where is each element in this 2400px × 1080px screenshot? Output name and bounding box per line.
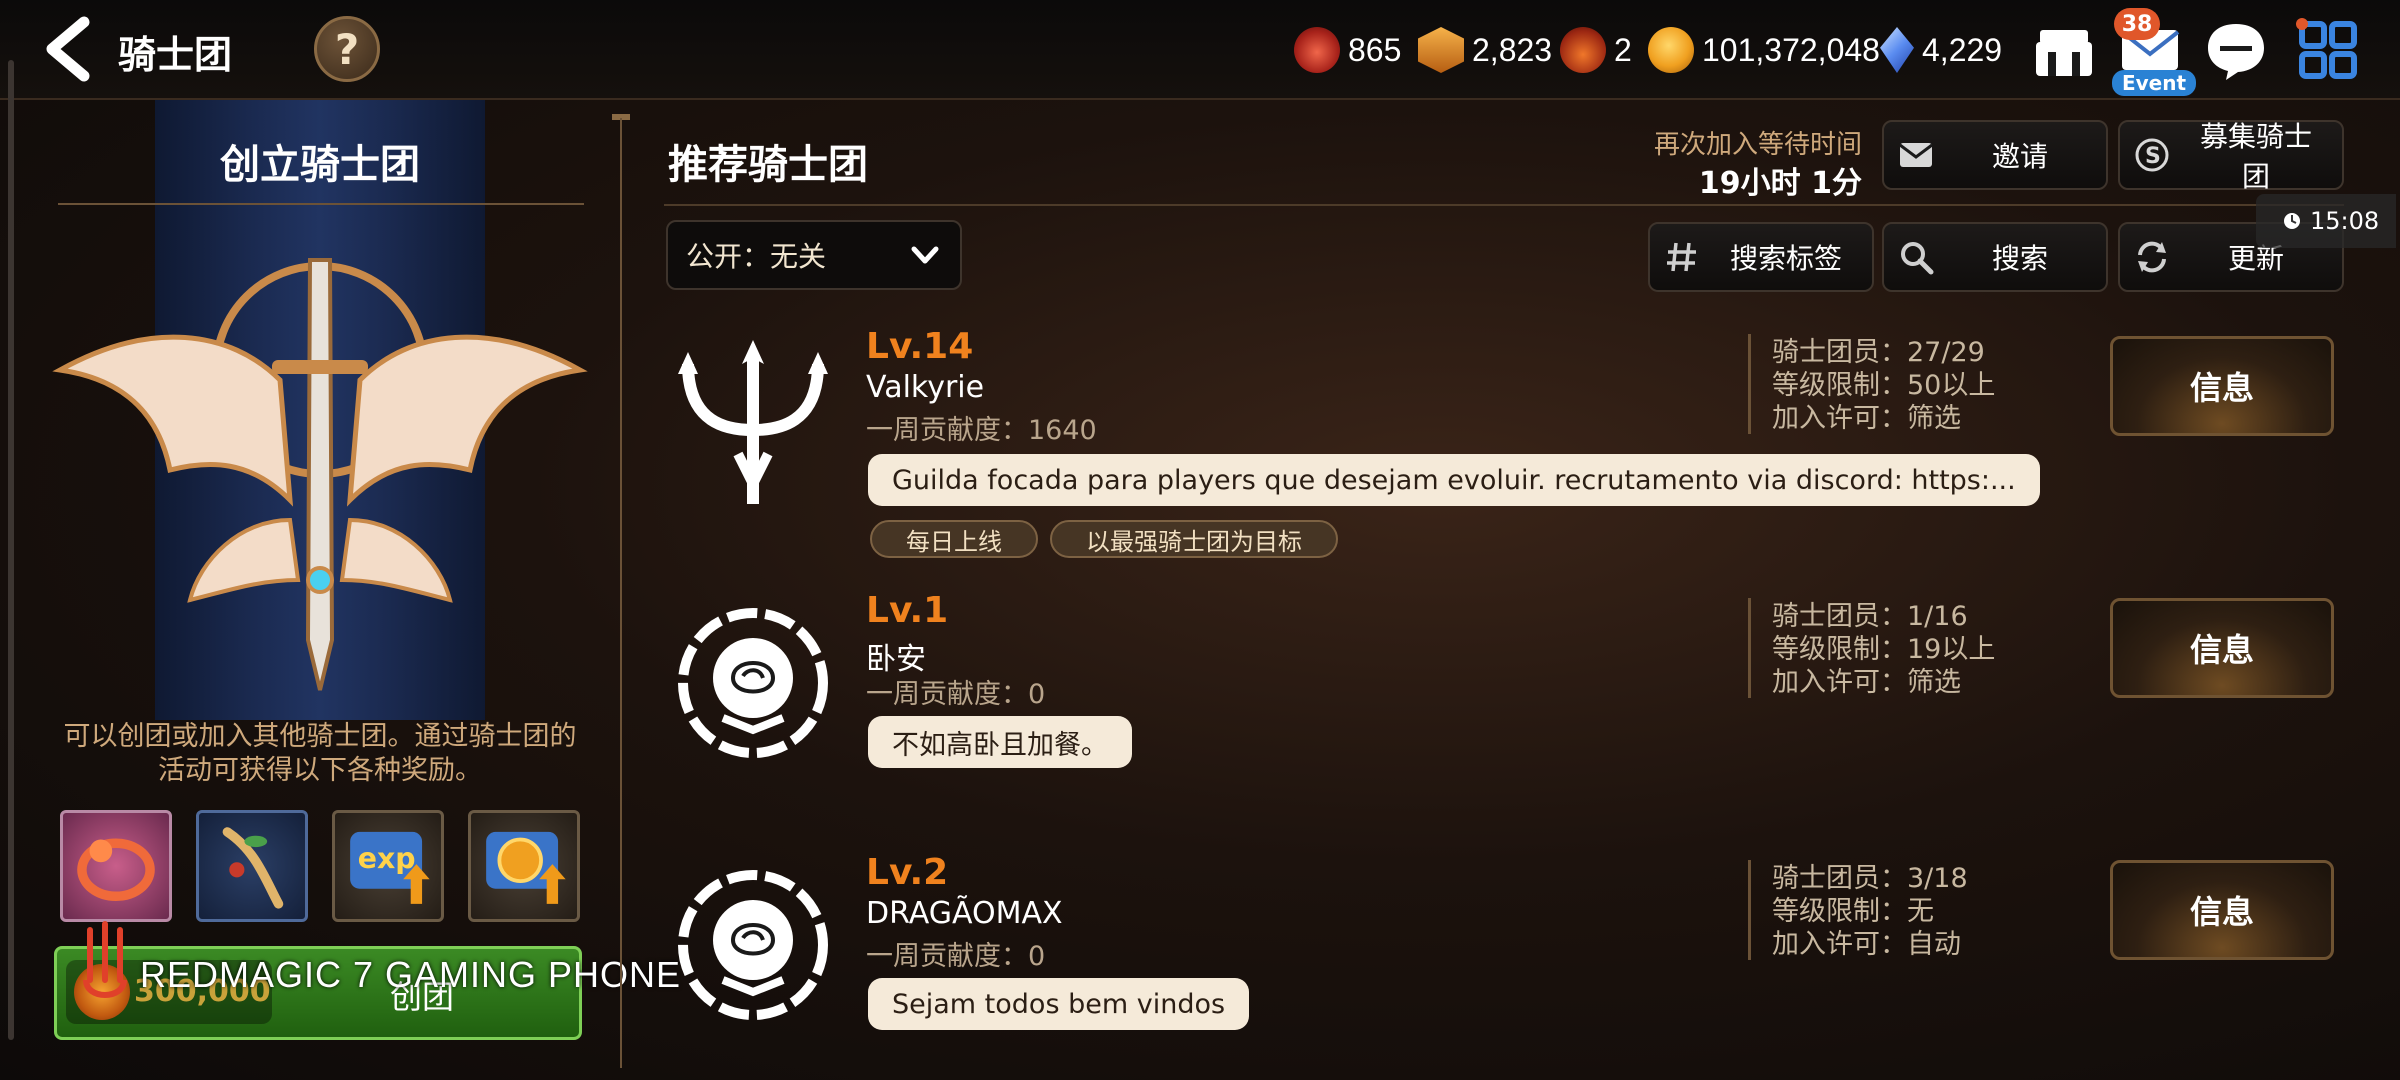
rose-emblem-icon [678,870,828,1020]
back-arrow-icon [46,16,90,82]
guild-level-limit: 等级限制：50以上 [1772,370,1996,401]
phone-watermark: REDMAGIC 7 GAMING PHONE [140,954,682,995]
resource-crystal[interactable]: 4,229 [1880,22,2002,78]
create-guild-description: 可以创团或加入其他骑士团。通过骑士团的活动可获得以下各种奖励。 [63,721,577,786]
redmagic-logo-icon [83,921,127,998]
guild-members: 骑士团员：3/18 [1772,863,1968,894]
guild-join-permission: 加入许可：筛选 [1772,403,1961,434]
guild-tag: 以最强骑士团为目标 [1050,520,1338,558]
create-guild-title: 创立骑士团 [220,142,420,188]
guild-members: 骑士团员：27/29 [1772,337,1985,368]
reward-gold-boost-icon[interactable] [468,810,580,922]
search-icon [1901,242,1934,275]
resource-ring-value: 865 [1348,31,1402,68]
sword-wings-emblem-icon [52,258,588,691]
search-label: 搜索 [1991,242,2048,275]
mail-badge: 38 [2114,8,2160,40]
guild-members: 骑士团员：1/16 [1772,601,1968,632]
guild-contribution: 一周贡献度：0 [866,941,1046,972]
ring-icon [1294,27,1340,73]
search-tag-label: 搜索标签 [1729,242,1842,275]
guild-info-button[interactable]: 信息 [2110,336,2334,436]
guild-description: Sejam todos bem vindos [868,978,1250,1030]
reward-herb-icon[interactable] [196,810,308,922]
guild-name: DRAGÃOMAX [866,896,1063,931]
rejoin-wait-value: 19小时 1分 [1698,166,1862,201]
guild-name: Valkyrie [866,370,985,405]
crystal-icon [1880,27,1914,73]
resource-ring[interactable]: 865 [1294,22,1401,78]
help-button[interactable]: ? [314,16,380,82]
panel-separator [620,118,622,1068]
clock-time: 15:08 [2310,207,2380,235]
resource-chest[interactable]: 2,823 [1418,22,1552,78]
clock-icon [2284,213,2300,229]
guild-contribution: 一周贡献度：0 [866,679,1046,710]
recruit-s-icon: S [2135,138,2169,172]
gold-icon [1648,27,1694,73]
svg-text:S: S [2145,144,2161,169]
reward-ring-icon[interactable] [60,810,172,922]
refresh-icon [2138,241,2166,273]
guild-join-permission: 加入许可：自动 [1772,929,1961,960]
guild-level: Lv.14 [866,326,974,367]
reward-exp-icon[interactable]: exp [332,810,444,922]
stats-rule [1748,860,1751,960]
invite-label: 邀请 [1991,140,2048,173]
recruit-label: 募集骑士团 [2199,120,2312,193]
guild-info-button[interactable]: 信息 [2110,598,2334,698]
guild-level: Lv.1 [866,590,949,631]
fire-crystal-icon [1560,27,1606,73]
clock-overlay: 15:08 [2256,194,2396,248]
guild-description: Guilda focada para players que desejam e… [868,454,2040,506]
resource-fire-crystal-value: 2 [1614,31,1632,68]
guild-stats: 骑士团员：1/16 等级限制：19以上 加入许可：筛选 [1772,600,1995,699]
invite-button[interactable]: 邀请 [1882,120,2108,190]
visibility-filter-label: 公开：无关 [686,240,827,273]
search-button[interactable]: 搜索 [1882,222,2108,292]
guild-join-permission: 加入许可：筛选 [1772,667,1961,698]
guild-info-button[interactable]: 信息 [2110,860,2334,960]
envelope-icon [1899,143,1933,167]
resource-fire-crystal[interactable]: 2 [1560,22,1632,78]
guild-level: Lv.2 [866,852,949,893]
trident-emblem-icon [678,340,828,504]
rose-emblem-icon [678,608,828,758]
resource-chest-value: 2,823 [1472,31,1553,68]
back-button[interactable] [40,16,110,84]
chevron-down-icon [911,246,939,264]
rejoin-wait-label: 再次加入等待时间 [1653,130,1862,160]
guild-stats: 骑士团员：3/18 等级限制：无 加入许可：自动 [1772,862,1968,961]
chest-icon [1418,27,1464,73]
guild-contribution: 一周贡献度：1640 [866,415,1097,446]
guild-level-limit: 等级限制：19以上 [1772,634,1996,665]
recruit-button[interactable]: S 募集骑士团 [2118,120,2344,193]
event-label: Event [2112,70,2196,96]
search-tag-button[interactable]: 搜索标签 [1648,222,1874,292]
chat-icon[interactable] [2202,16,2270,84]
hashtag-icon [1667,242,1696,272]
stats-rule [1748,334,1751,434]
svg-text:exp: exp [358,842,416,875]
right-divider [664,204,2344,206]
left-rail [8,60,14,1040]
main-menu-icon[interactable] [2294,16,2362,84]
guild-tag: 每日上线 [870,520,1038,558]
guild-description: 不如高卧且加餐。 [868,716,1132,768]
guild-stats: 骑士团员：27/29 等级限制：50以上 加入许可：筛选 [1772,336,1995,435]
left-divider [58,203,584,205]
visibility-filter-dropdown[interactable]: 公开：无关 [666,220,962,290]
guild-hall-icon[interactable] [2030,16,2098,84]
resource-gold[interactable]: 101,372,048 [1648,22,1880,78]
resource-gold-value: 101,372,048 [1702,31,1880,68]
stats-rule [1748,598,1751,698]
guild-level-limit: 等级限制：无 [1772,896,1934,927]
resource-crystal-value: 4,229 [1922,31,2003,68]
page-title: 骑士团 [118,33,233,77]
recommended-guilds-title: 推荐骑士团 [668,142,868,188]
